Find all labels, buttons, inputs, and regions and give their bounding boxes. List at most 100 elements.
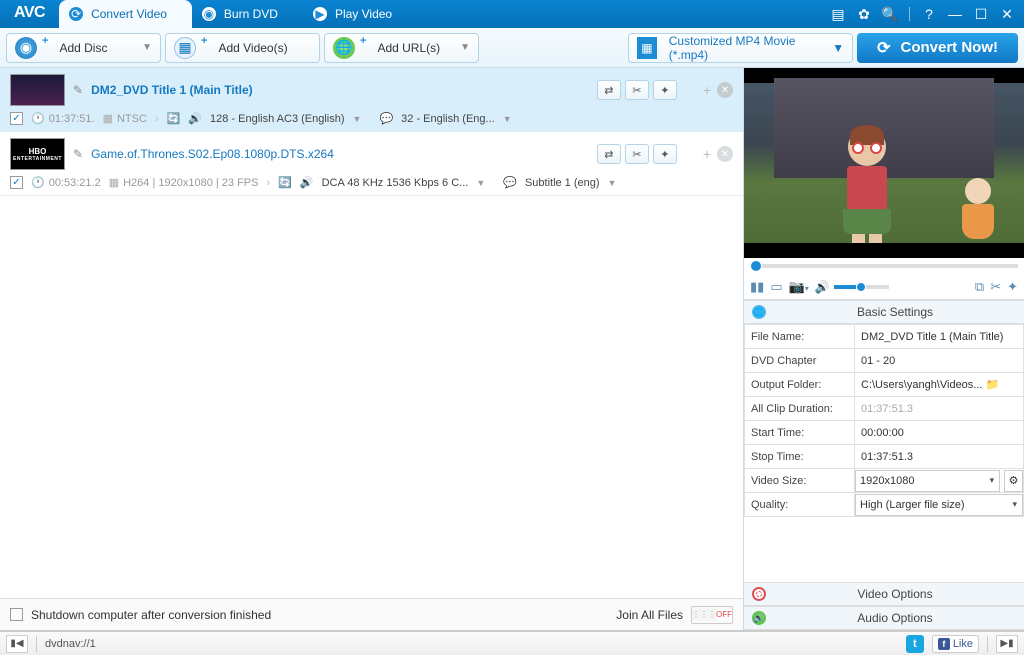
duration-meta: 🕐00:53:21.2: [31, 176, 101, 189]
caret-down-icon[interactable]: ▼: [353, 114, 362, 124]
toolbar: ◉+ Add Disc ▼ ▦+ Add Video(s) 🌐+ Add URL…: [0, 28, 1024, 68]
file-item[interactable]: ✎ DM2_DVD Title 1 (Main Title) ⇄ ✂ ✦ + ✕…: [0, 68, 743, 132]
cut-icon[interactable]: ✂: [625, 144, 649, 164]
stop-icon[interactable]: ▭: [770, 279, 782, 295]
refresh-icon: ⟳: [877, 38, 890, 58]
close-icon[interactable]: ✕: [1000, 7, 1014, 21]
caret-down-icon[interactable]: ▼: [476, 178, 485, 188]
tab-play-video[interactable]: ▶ Play Video: [303, 0, 417, 28]
basic-settings-header[interactable]: 🌐 Basic Settings: [744, 300, 1024, 324]
snapshot-icon[interactable]: 📷▾: [789, 279, 809, 295]
left-footer: Shutdown computer after conversion finis…: [0, 598, 743, 630]
section-label: Video Options: [774, 587, 1016, 601]
duration-meta: 🕐01:37:51.: [31, 112, 95, 125]
speaker-icon: 🔊: [300, 176, 314, 189]
film-icon: ▦: [103, 112, 113, 125]
caret-down-icon: ▼: [460, 42, 470, 53]
video-options-icon: [752, 587, 766, 601]
volume-control[interactable]: 🔊: [815, 280, 889, 294]
folder-icon[interactable]: 📁: [986, 379, 1000, 391]
separator: [909, 7, 910, 21]
preview-image: [744, 68, 1024, 258]
preview-panel: [744, 68, 1024, 258]
remove-icon[interactable]: ✕: [717, 146, 733, 162]
prev-button[interactable]: ▮◀: [6, 635, 28, 653]
checkbox[interactable]: ✓: [10, 112, 23, 125]
maximize-icon[interactable]: ☐: [974, 7, 988, 21]
button-label: Add Video(s): [218, 41, 287, 55]
setting-value[interactable]: 01:37:51.3: [855, 445, 1024, 469]
caret-down-icon[interactable]: ▼: [503, 114, 512, 124]
seek-bar[interactable]: [744, 258, 1024, 274]
twitter-icon[interactable]: t: [906, 635, 924, 653]
edit-icon[interactable]: ✎: [73, 147, 83, 161]
window-controls: ▤ ✿ 🔍 ? — ☐ ✕: [821, 0, 1024, 28]
video-options-header[interactable]: Video Options: [744, 582, 1024, 606]
file-title: DM2_DVD Title 1 (Main Title): [91, 83, 589, 97]
section-label: Basic Settings: [774, 305, 1016, 319]
tab-label: Play Video: [335, 7, 392, 21]
profile-label: Customized MP4 Movie (*.mp4): [669, 34, 820, 62]
audio-track[interactable]: DCA 48 KHz 1536 Kbps 6 C...: [322, 177, 469, 189]
setting-value[interactable]: 00:00:00: [855, 421, 1024, 445]
convert-now-button[interactable]: ⟳ Convert Now!: [857, 33, 1018, 63]
add-disc-button[interactable]: ◉+ Add Disc ▼: [6, 33, 161, 63]
tab-burn-dvd[interactable]: ◉ Burn DVD: [192, 0, 303, 28]
subtitle-track[interactable]: Subtitle 1 (eng): [525, 177, 600, 189]
join-all-label: Join All Files: [616, 608, 683, 622]
status-bar: ▮◀ dvdnav://1 t fLike ▶▮: [0, 631, 1024, 655]
audio-track-icon: 🔄: [167, 112, 181, 125]
subtitle-track[interactable]: 32 - English (Eng...: [401, 113, 495, 125]
main-area: ✎ DM2_DVD Title 1 (Main Title) ⇄ ✂ ✦ + ✕…: [0, 68, 1024, 631]
trim-icon[interactable]: ✂: [990, 279, 1001, 295]
minimize-icon[interactable]: —: [948, 7, 962, 21]
add-icon[interactable]: +: [703, 82, 711, 98]
thumbnail: [10, 74, 65, 106]
top-tabs: ⟳ Convert Video ◉ Burn DVD ▶ Play Video: [59, 0, 821, 28]
video-size-select[interactable]: 1920x1080▾: [855, 470, 1000, 492]
gear-icon[interactable]: ⚙: [1004, 470, 1023, 492]
status-path: dvdnav://1: [45, 638, 96, 650]
left-pane: ✎ DM2_DVD Title 1 (Main Title) ⇄ ✂ ✦ + ✕…: [0, 68, 744, 630]
quality-select[interactable]: High (Larger file size)▾: [855, 494, 1023, 516]
play-pause-icon[interactable]: ▮▮: [750, 279, 764, 295]
swap-icon[interactable]: ⇄: [597, 144, 621, 164]
file-item[interactable]: HBOENTERTAINMENT ✎ Game.of.Thrones.S02.E…: [0, 132, 743, 196]
setting-row-quality: Quality: High (Larger file size)▾: [745, 493, 1024, 517]
next-button[interactable]: ▶▮: [996, 635, 1018, 653]
wand-icon[interactable]: ✦: [1007, 279, 1018, 295]
subtitle-icon: 💬: [503, 176, 517, 189]
popout-icon[interactable]: ⧉: [975, 279, 984, 295]
output-profile-button[interactable]: ▦ Customized MP4 Movie (*.mp4) ▼: [628, 33, 853, 63]
settings-icon[interactable]: ✿: [857, 7, 871, 21]
search-icon[interactable]: 🔍: [883, 7, 897, 21]
subtitle-icon: 💬: [379, 112, 393, 125]
checkbox[interactable]: ✓: [10, 176, 23, 189]
cut-icon[interactable]: ✂: [625, 80, 649, 100]
facebook-like-button[interactable]: fLike: [932, 635, 979, 653]
add-videos-button[interactable]: ▦+ Add Video(s): [165, 33, 320, 63]
setting-value[interactable]: DM2_DVD Title 1 (Main Title): [855, 325, 1024, 349]
add-icon[interactable]: +: [703, 146, 711, 162]
help-icon[interactable]: ?: [922, 7, 936, 21]
shutdown-checkbox[interactable]: [10, 608, 23, 621]
tab-convert-video[interactable]: ⟳ Convert Video: [59, 0, 192, 28]
setting-value[interactable]: C:\Users\yangh\Videos... 📁: [855, 373, 1024, 397]
film-icon: ▦: [637, 37, 657, 59]
setting-value[interactable]: 01 - 20: [855, 349, 1024, 373]
effects-icon[interactable]: ✦: [653, 144, 677, 164]
audio-options-icon: 🔊: [752, 611, 766, 625]
audio-track[interactable]: 128 - English AC3 (English): [210, 113, 345, 125]
join-toggle[interactable]: ⋮⋮⋮ OFF: [691, 606, 733, 624]
swap-icon[interactable]: ⇄: [597, 80, 621, 100]
caret-down-icon[interactable]: ▼: [608, 178, 617, 188]
edit-icon[interactable]: ✎: [73, 83, 83, 97]
remove-icon[interactable]: ✕: [717, 82, 733, 98]
codec-meta: ▦NTSC: [103, 112, 147, 125]
audio-options-header[interactable]: 🔊 Audio Options: [744, 606, 1024, 630]
add-urls-button[interactable]: 🌐+ Add URL(s) ▼: [324, 33, 479, 63]
button-label: Add Disc: [59, 41, 107, 55]
effects-icon[interactable]: ✦: [653, 80, 677, 100]
convert-icon: ⟳: [69, 7, 83, 21]
tasks-icon[interactable]: ▤: [831, 7, 845, 21]
